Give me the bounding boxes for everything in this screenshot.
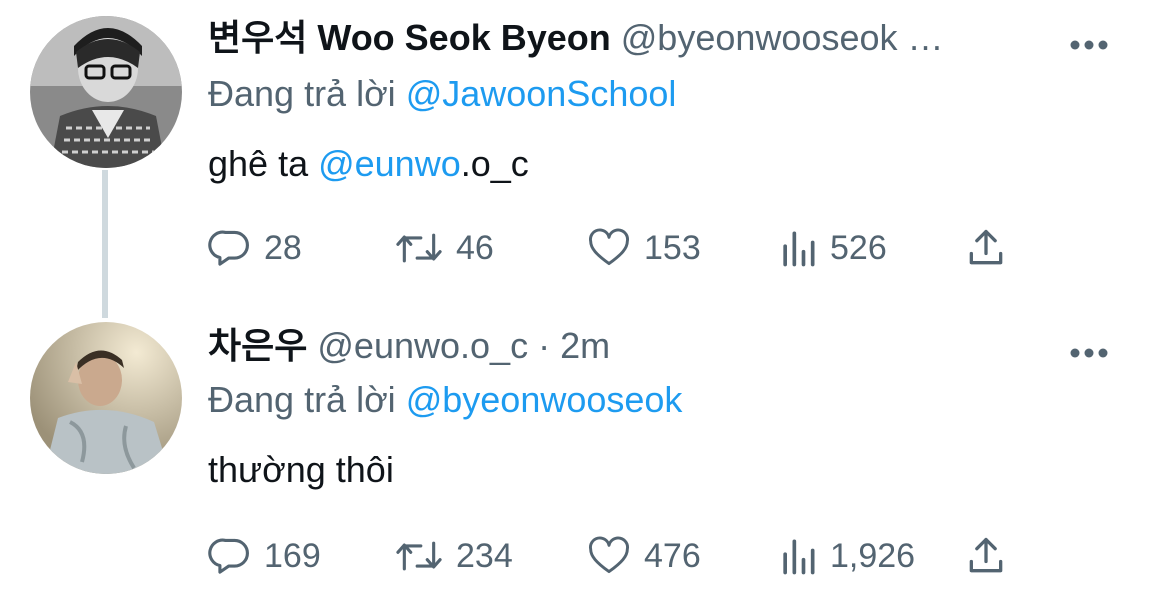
avatar[interactable] (30, 322, 182, 474)
reply-icon (208, 538, 249, 574)
reply-icon (208, 230, 249, 266)
replying-to-label: Đang trả lời (208, 73, 396, 114)
share-button[interactable] (964, 532, 1008, 580)
display-name[interactable]: 변우석 Woo Seok Byeon (208, 17, 611, 58)
display-name[interactable]: 차은우 (208, 325, 307, 366)
views-icon (783, 539, 815, 575)
timestamp[interactable]: 2m (560, 325, 610, 366)
action-bar: 28 46 153 526 (208, 224, 1028, 272)
more-icon[interactable] (1069, 38, 1109, 50)
thread-line (102, 170, 108, 318)
tweet: 차은우 @eunwo.o_c · 2m Đang trả lời @byeonw… (0, 300, 1149, 600)
reply-count: 28 (264, 228, 302, 267)
retweet-icon (396, 541, 442, 571)
tweet-header: 변우석 Woo Seok Byeon @byeonwooseok … (208, 16, 943, 60)
tweet-text-suffix: .o_c (460, 143, 529, 184)
handle[interactable]: @byeonwooseok … (621, 17, 944, 58)
avatar[interactable] (30, 16, 182, 168)
views-count: 1,926 (830, 536, 916, 575)
action-bar: 169 234 476 1,926 (208, 532, 1028, 580)
like-count: 153 (644, 228, 701, 267)
replying-to-mention[interactable]: @byeonwooseok (406, 379, 683, 420)
retweet-icon (396, 233, 442, 263)
reply-button[interactable]: 28 (208, 224, 302, 272)
separator: · (538, 325, 551, 366)
views-icon (783, 231, 815, 267)
retweet-count: 46 (456, 228, 494, 267)
replying-to-label: Đang trả lời (208, 379, 396, 420)
tweet-text-prefix: ghê ta (208, 143, 319, 184)
tweet-text: ghê ta @eunwo.o_c (208, 142, 529, 186)
retweet-button[interactable]: 46 (394, 224, 494, 272)
views-button[interactable]: 1,926 (778, 532, 915, 580)
like-count: 476 (644, 536, 701, 575)
tweet-text: thường thôi (208, 449, 394, 490)
reply-count: 169 (264, 536, 321, 575)
views-count: 526 (830, 228, 887, 267)
tweet: 변우석 Woo Seok Byeon @byeonwooseok … Đang … (0, 0, 1149, 318)
replying-to-mention[interactable]: @JawoonSchool (406, 73, 677, 114)
like-button[interactable]: 153 (586, 224, 701, 272)
heart-icon (589, 536, 629, 574)
like-button[interactable]: 476 (586, 532, 701, 580)
tweet-text-mention[interactable]: @eunwo (318, 143, 461, 184)
tweet-header: 차은우 @eunwo.o_c · 2m (208, 324, 610, 368)
share-icon (969, 229, 1003, 265)
retweet-count: 234 (456, 536, 513, 575)
heart-icon (589, 228, 629, 266)
share-button[interactable] (964, 224, 1008, 272)
replying-to: Đang trả lời @JawoonSchool (208, 72, 676, 116)
handle[interactable]: @eunwo.o_c (317, 325, 528, 366)
reply-button[interactable]: 169 (208, 532, 321, 580)
retweet-button[interactable]: 234 (394, 532, 513, 580)
views-button[interactable]: 526 (778, 224, 887, 272)
more-icon[interactable] (1069, 346, 1109, 358)
share-icon (969, 537, 1003, 573)
replying-to: Đang trả lời @byeonwooseok (208, 378, 682, 422)
